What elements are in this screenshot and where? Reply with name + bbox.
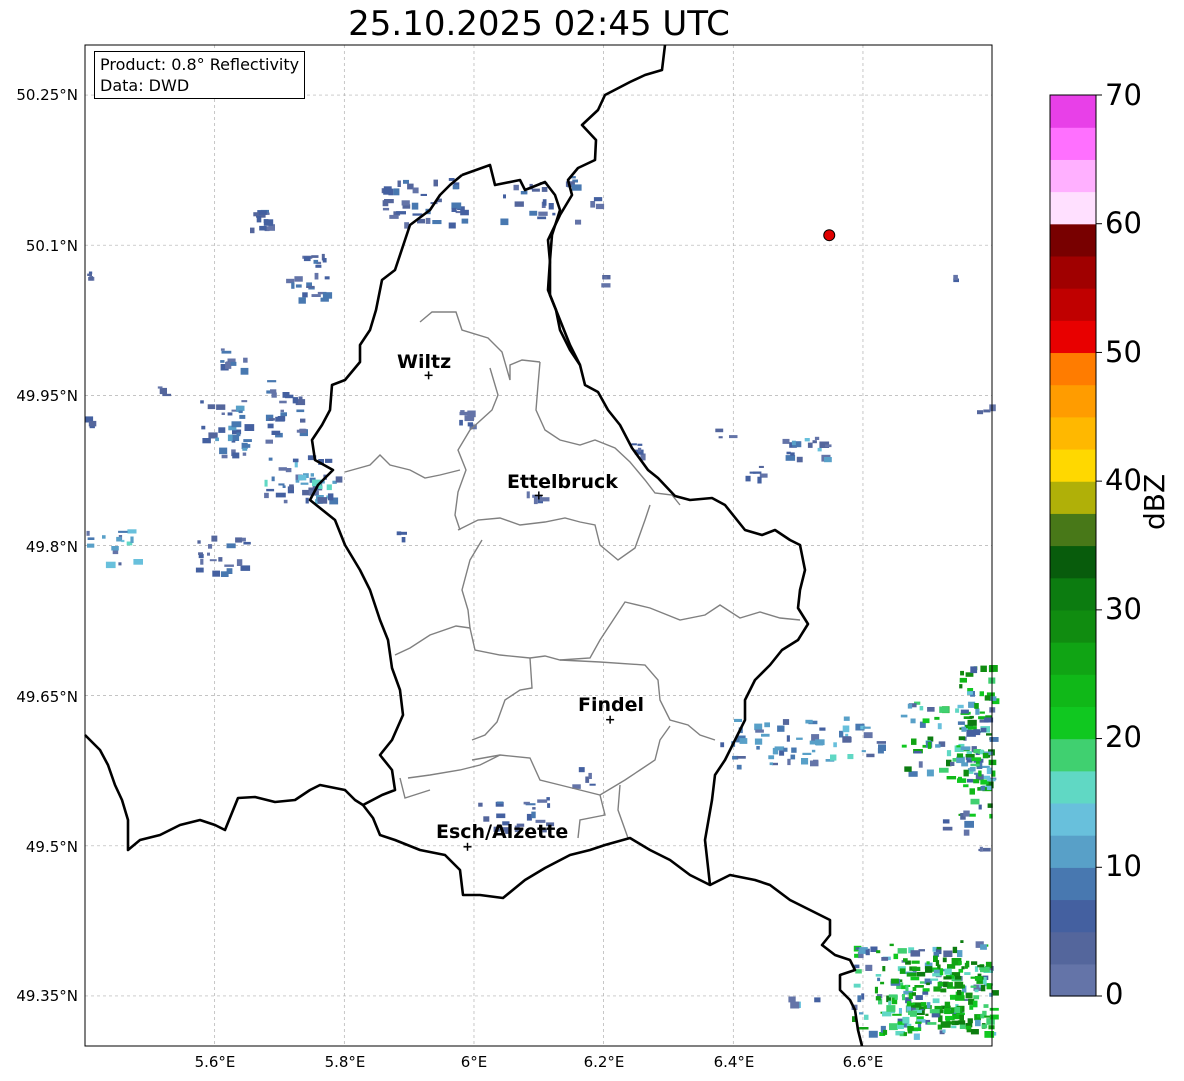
colorbar-segment: [1050, 609, 1096, 643]
colorbar-axis-label: dBZ: [1138, 473, 1171, 530]
colorbar-segment: [1050, 513, 1096, 547]
colorbar-segment: [1050, 545, 1096, 579]
colorbar-segment: [1050, 288, 1096, 321]
colorbar-tick-label: 10: [1105, 849, 1142, 883]
colorbar-segment: [1050, 320, 1096, 354]
colorbar-tick-label: 20: [1105, 720, 1142, 754]
colorbar: [1049, 94, 1102, 997]
colorbar-tick-label: 0: [1105, 977, 1124, 1011]
colorbar-segment: [1050, 95, 1096, 128]
colorbar-segment: [1050, 352, 1096, 386]
colorbar-segment: [1050, 481, 1096, 514]
colorbar-segment: [1050, 770, 1096, 804]
colorbar-segment: [1050, 577, 1096, 611]
colorbar-tick-label: 50: [1105, 335, 1142, 369]
colorbar-segment: [1050, 223, 1096, 257]
colorbar-segment: [1050, 191, 1096, 225]
colorbar-segment: [1050, 448, 1096, 482]
colorbar-tick-label: 40: [1105, 463, 1142, 497]
colorbar-segment: [1050, 802, 1096, 836]
colorbar-tick-label: 60: [1105, 206, 1142, 240]
colorbar-segment: [1050, 738, 1096, 772]
colorbar-segment: [1050, 899, 1096, 933]
colorbar-segment: [1050, 931, 1096, 965]
colorbar-segment: [1050, 127, 1096, 160]
colorbar-segment: [1050, 159, 1096, 193]
colorbar-tick-label: 70: [1105, 78, 1142, 112]
colorbar-segment: [1050, 706, 1096, 740]
colorbar-segment: [1050, 416, 1096, 450]
colorbar-tick-label: 30: [1105, 592, 1142, 626]
colorbar-segment: [1050, 384, 1096, 418]
colorbar-segment: [1050, 674, 1096, 707]
colorbar-segment: [1050, 963, 1096, 997]
colorbar-segment: [1050, 255, 1096, 289]
colorbar-segment: [1050, 835, 1096, 868]
colorbar-segment: [1050, 642, 1096, 675]
colorbar-segment: [1050, 867, 1096, 901]
